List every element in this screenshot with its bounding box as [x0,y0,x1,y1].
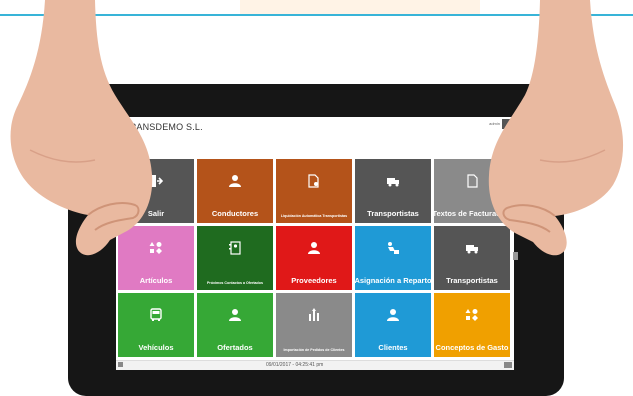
tile-label: Ofertados [217,343,253,352]
person-icon [306,240,322,256]
contacts-icon [227,240,243,256]
tile-9[interactable]: Asignación a Reparto [354,226,432,290]
tile-15[interactable]: Conceptos de Gasto [434,293,510,357]
tile-12[interactable]: Ofertados [197,293,273,357]
tile-2[interactable]: Conductores [197,159,273,223]
tile-8[interactable]: Proveedores [276,226,352,290]
status-bar: 09/01/2017 - 04:25:41 pm [116,360,514,370]
tile-label: Conceptos de Gasto [435,343,509,352]
tile-4[interactable]: Transportistas [355,159,431,223]
tile-label: Vehículos [138,343,174,352]
tile-label: Conductores [211,209,259,218]
tile-label: Transportistas [367,209,419,218]
tile-13[interactable]: Importación de Pedidos de Clientes [276,293,352,357]
tile-label: Artículos [139,276,173,285]
tile-label: Próximos Contactos a Ofertados [207,281,263,285]
tile-3[interactable]: Liquidación Automática Transportistas [276,159,352,223]
tile-label: Importación de Pedidos de Clientes [283,348,345,352]
shapes-icon [464,307,480,323]
delivery-icon [385,240,401,256]
tile-label: Proveedores [291,276,337,285]
import-icon [306,307,322,323]
right-hand [488,0,624,256]
tile-label: Liquidación Automática Transportistas [280,214,348,218]
tile-11[interactable]: Vehículos [118,293,194,357]
tile-7[interactable]: Próximos Contactos a Ofertados [197,226,273,290]
tile-label: Clientes [378,343,408,352]
person-icon [227,307,243,323]
document-gear-icon [306,173,322,189]
tile-label: Transportistas [446,276,498,285]
tile-14[interactable]: Clientes [355,293,431,357]
footer-datetime: 09/01/2017 - 04:25:41 pm [266,362,324,368]
banner-glow [240,0,480,14]
person-icon [227,173,243,189]
truck-icon [385,173,401,189]
left-hand [10,0,153,256]
footer-left-icon[interactable] [118,362,123,367]
tile-label: Asignación a Reparto [354,276,432,285]
bus-icon [148,307,164,323]
person-icon [385,307,401,323]
footer-right-icon[interactable] [504,362,512,368]
